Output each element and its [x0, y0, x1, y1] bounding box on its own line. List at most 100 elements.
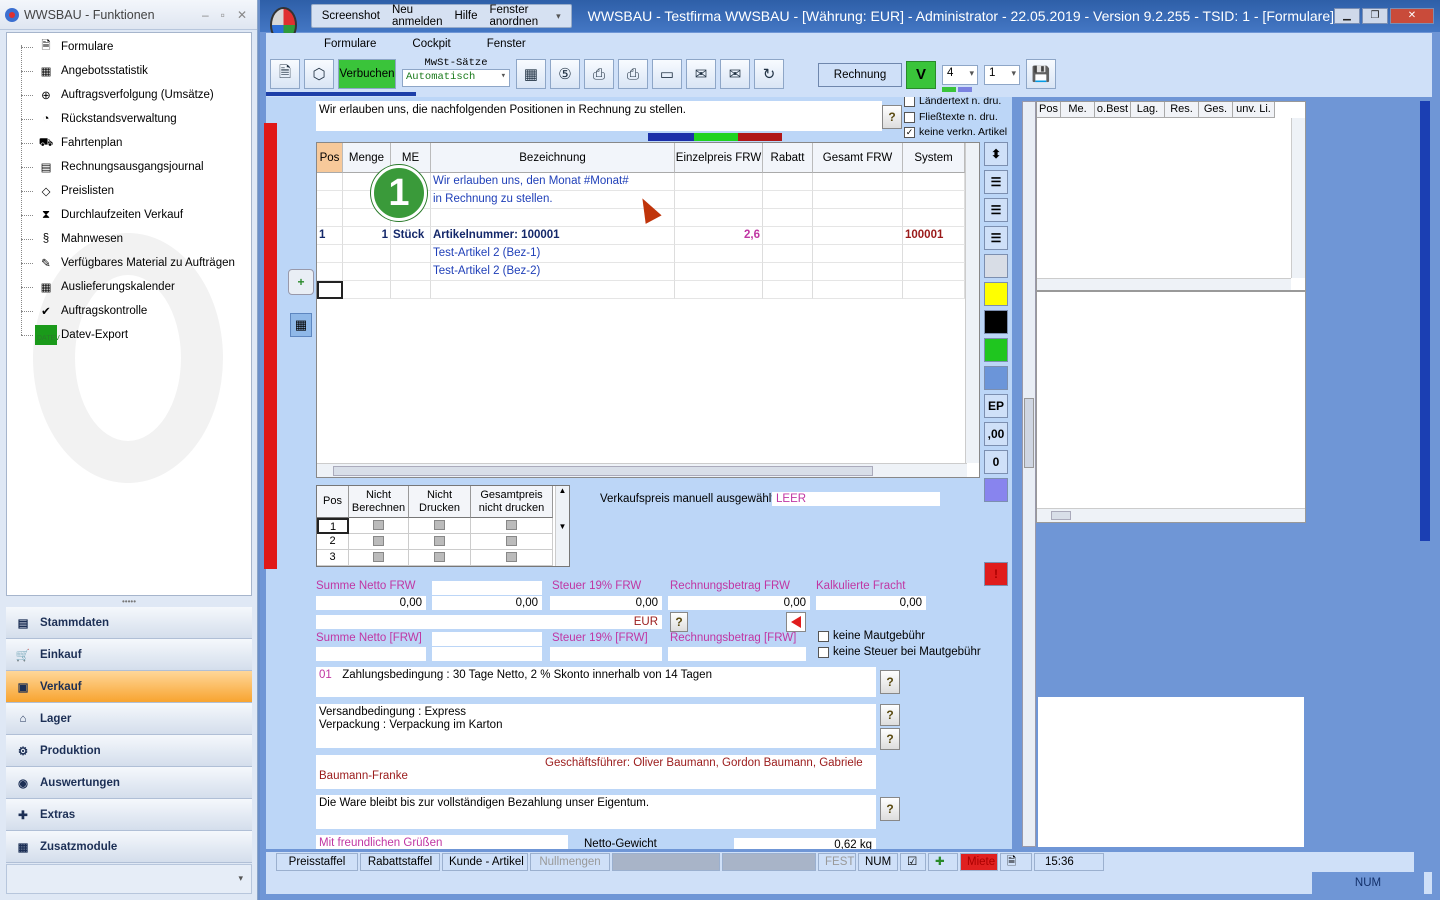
grid-cell[interactable]: 2,6: [675, 227, 763, 245]
tree-item[interactable]: ◇ Preislisten: [21, 179, 114, 203]
grid-cell[interactable]: [317, 191, 343, 209]
maximize-icon[interactable]: ▫: [221, 8, 225, 22]
menu-formulare[interactable]: Formulare: [324, 38, 376, 50]
verpackung-help-button[interactable]: ?: [880, 728, 900, 750]
move-up-down-button[interactable]: ⬍: [984, 142, 1008, 166]
status-plus-icon[interactable]: ✚: [928, 853, 958, 871]
add-package-button[interactable]: ⬡: [304, 59, 334, 89]
print-options-header[interactable]: Pos: [317, 486, 349, 518]
rechnung-button[interactable]: Rechnung: [818, 63, 902, 87]
print-options-pos[interactable]: 2: [317, 534, 349, 550]
option-fliesstexte[interactable]: Fließtexte n. dru.: [904, 111, 998, 123]
rechnungsbetrag-frw-value[interactable]: 0,00: [668, 596, 810, 610]
grid-cell[interactable]: [903, 263, 965, 281]
category-overflow-toggle[interactable]: ▾: [6, 864, 252, 894]
category-lager[interactable]: ⌂ Lager: [6, 703, 252, 735]
print-preview-button[interactable]: ⎙: [618, 59, 648, 89]
stock-table-header[interactable]: Me.: [1061, 102, 1095, 118]
grid-cell[interactable]: [343, 281, 391, 299]
print-options-checkbox[interactable]: [471, 518, 553, 534]
blank-field-1[interactable]: [432, 581, 542, 595]
grid-cell[interactable]: [813, 245, 903, 263]
blank-field-2[interactable]: [432, 632, 542, 646]
zahlungsbedingung-field[interactable]: 01 Zahlungsbedingung : 30 Tage Netto, 2 …: [316, 667, 876, 697]
split-line-button[interactable]: ☰: [984, 198, 1008, 222]
ep-button[interactable]: EP: [984, 394, 1008, 418]
status-rabattstaffel[interactable]: Rabattstaffel: [360, 853, 440, 871]
grid-cell[interactable]: [675, 209, 763, 227]
grid-cell[interactable]: [903, 191, 965, 209]
grid-cell[interactable]: [763, 191, 813, 209]
sum-help-button[interactable]: ?: [670, 612, 688, 632]
versand-field[interactable]: Versandbedingung : Express Verpackung : …: [316, 704, 876, 748]
stock-table-vscroll[interactable]: [1291, 118, 1305, 278]
window-minimize-button[interactable]: ▁: [1334, 8, 1360, 24]
grid-cell[interactable]: [317, 263, 343, 281]
tree-item[interactable]: ⛟ Fahrtenplan: [21, 131, 122, 155]
format-line-button[interactable]: ☰: [984, 226, 1008, 250]
print-options-header[interactable]: Nicht Drucken: [409, 486, 471, 518]
tree-item[interactable]: ▦ Angebotsstatistik: [21, 59, 148, 83]
print-options-checkbox[interactable]: [409, 550, 471, 566]
menu-hilfe[interactable]: Hilfe: [454, 10, 477, 22]
menu-neu-anmelden[interactable]: Neu anmelden: [392, 4, 443, 28]
verbuchen-button[interactable]: Verbuchen: [338, 59, 396, 89]
option-laendertext[interactable]: Ländertext n. dru.: [904, 97, 1001, 107]
grid-cell[interactable]: [763, 227, 813, 245]
print-options-checkbox[interactable]: [471, 534, 553, 550]
grid-header[interactable]: System: [903, 143, 965, 173]
print-options-grid[interactable]: Pos Nicht Berechnen Nicht Drucken Gesamtpreis…: [316, 485, 570, 567]
keine-mautgebuehr-option[interactable]: keine Mautgebühr: [818, 630, 925, 642]
grid-cell[interactable]: [763, 209, 813, 227]
grid-cell[interactable]: [763, 245, 813, 263]
grid-cell[interactable]: [763, 281, 813, 299]
grid-cell[interactable]: Wir erlauben uns, den Monat #Monat#: [431, 173, 675, 191]
status-nullmengen[interactable]: Nullmengen: [530, 853, 610, 871]
tree-item[interactable]: ▦ Auslieferungskalender: [21, 275, 175, 299]
tree-item[interactable]: ⊕ Auftragsverfolgung (Umsätze): [21, 83, 214, 107]
grid-cell[interactable]: [431, 281, 675, 299]
status-miete[interactable]: Miete: [960, 853, 998, 871]
grid-cell[interactable]: [317, 209, 343, 227]
window-close-button[interactable]: ✕: [1390, 8, 1434, 24]
grid-cell[interactable]: [391, 245, 431, 263]
grid-cell[interactable]: Test-Artikel 2 (Bez-1): [431, 245, 675, 263]
vk-manual-value[interactable]: LEER: [772, 492, 940, 506]
grid-cell[interactable]: [903, 209, 965, 227]
grid-cell[interactable]: [903, 245, 965, 263]
grid-cell[interactable]: [675, 191, 763, 209]
menu-fenster[interactable]: Fenster: [487, 38, 526, 50]
count-select[interactable]: 1: [984, 65, 1020, 85]
category-produktion[interactable]: ⚙ Produktion: [6, 735, 252, 767]
color-black-button[interactable]: [984, 310, 1008, 334]
monitor-button[interactable]: ▭: [652, 59, 682, 89]
category-extras[interactable]: ✚ Extras: [6, 799, 252, 831]
status-kunde-artikel[interactable]: Kunde - Artikel: [442, 853, 528, 871]
category-auswertungen[interactable]: ◉ Auswertungen: [6, 767, 252, 799]
tree-item[interactable]: ✔ Auftragskontrolle: [21, 299, 147, 323]
print-options-header[interactable]: Gesamtpreis nicht drucken: [471, 486, 553, 518]
tree-item[interactable]: ⧗ Durchlaufzeiten Verkauf: [21, 203, 183, 227]
status-document-icon[interactable]: 🗎: [1000, 853, 1032, 871]
grid-cell[interactable]: [763, 263, 813, 281]
category-zusatzmodule[interactable]: ▦ Zusatzmodule: [6, 831, 252, 863]
currency-field[interactable]: EUR: [316, 615, 662, 629]
grid-cell[interactable]: [675, 245, 763, 263]
summe-netto-frw-value[interactable]: 0,00: [316, 596, 426, 610]
new-document-button[interactable]: 🗎: [270, 59, 300, 89]
stock-detail-hscroll[interactable]: [1037, 508, 1305, 522]
print-button[interactable]: ⎙: [584, 59, 614, 89]
stock-table[interactable]: Pos Me. o.Best Lag. Res. Ges. unv. Li.: [1036, 101, 1306, 291]
color-yellow-button[interactable]: [984, 282, 1008, 306]
color-blue-button[interactable]: [984, 366, 1008, 390]
print-options-checkbox[interactable]: [471, 550, 553, 566]
print-options-checkbox[interactable]: [409, 534, 471, 550]
tree-item[interactable]: ▤ Rechnungsausgangsjournal: [21, 155, 204, 179]
kalkulierte-fracht-value[interactable]: 0,00: [816, 596, 926, 610]
second-value[interactable]: 0,00: [432, 596, 542, 610]
grid-cell[interactable]: [317, 173, 343, 191]
email-button[interactable]: ✉: [686, 59, 716, 89]
add-position-icon[interactable]: +: [288, 269, 314, 295]
window-restore-button[interactable]: ❐: [1362, 8, 1388, 24]
positions-grid[interactable]: Pos Menge ME Bezeichnung Einzelpreis FRW Raba…: [316, 142, 980, 478]
